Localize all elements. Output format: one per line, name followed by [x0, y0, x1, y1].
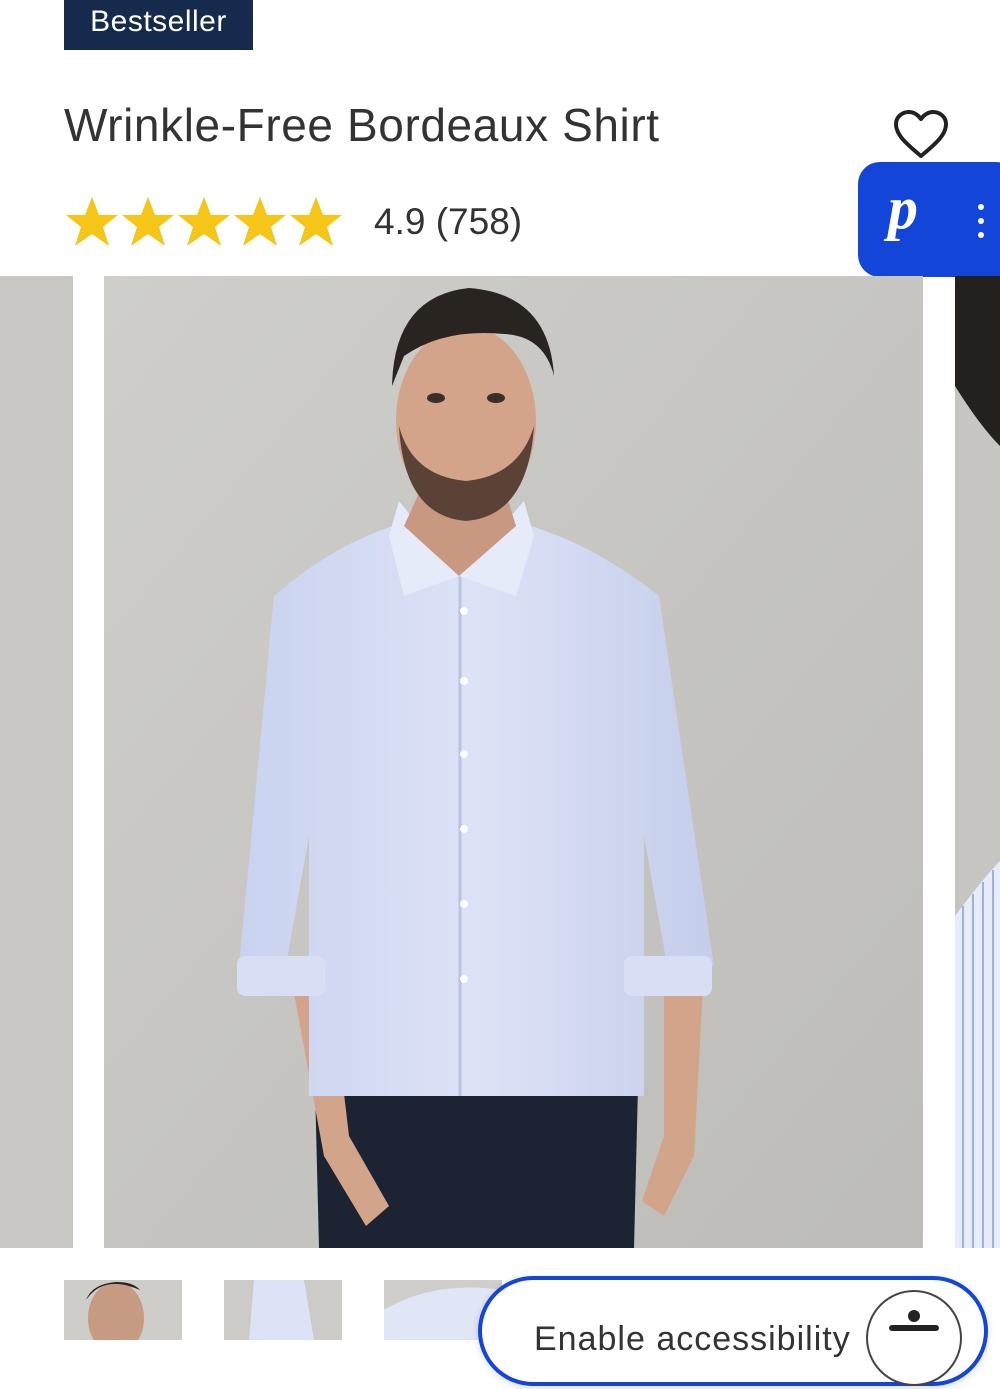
rating-text: 4.9 (758): [374, 201, 523, 242]
bestseller-badge-label: Bestseller: [90, 5, 227, 38]
product-main-image[interactable]: [104, 276, 923, 1248]
next-slide-photo: [955, 276, 1000, 1248]
accessibility-person-icon[interactable]: [866, 1290, 962, 1386]
heart-icon[interactable]: [892, 108, 950, 160]
star-icon: [122, 197, 174, 246]
thumbnail-image[interactable]: [64, 1280, 182, 1340]
accessibility-label: Enable accessibility: [534, 1320, 851, 1358]
star-icon: [178, 197, 230, 246]
star-icon: [290, 197, 342, 246]
accessibility-button[interactable]: Enable accessibility: [478, 1276, 988, 1386]
product-rating[interactable]: 4.9 (758): [64, 192, 522, 252]
star-rating: [64, 194, 344, 250]
thumbnail-image[interactable]: [224, 1280, 342, 1340]
more-vertical-icon[interactable]: [978, 204, 984, 246]
p-logo: p: [888, 175, 918, 241]
star-icon: [234, 197, 286, 246]
floating-p-widget[interactable]: p: [858, 162, 1000, 277]
product-title: Wrinkle-Free Bordeaux Shirt: [64, 99, 660, 151]
model-photo: [104, 276, 923, 1248]
bestseller-badge: Bestseller: [64, 0, 253, 50]
previous-slide-image[interactable]: [0, 276, 73, 1248]
next-slide-image[interactable]: [955, 276, 1000, 1248]
star-icon: [66, 197, 118, 246]
product-image-carousel[interactable]: [0, 276, 1000, 1248]
